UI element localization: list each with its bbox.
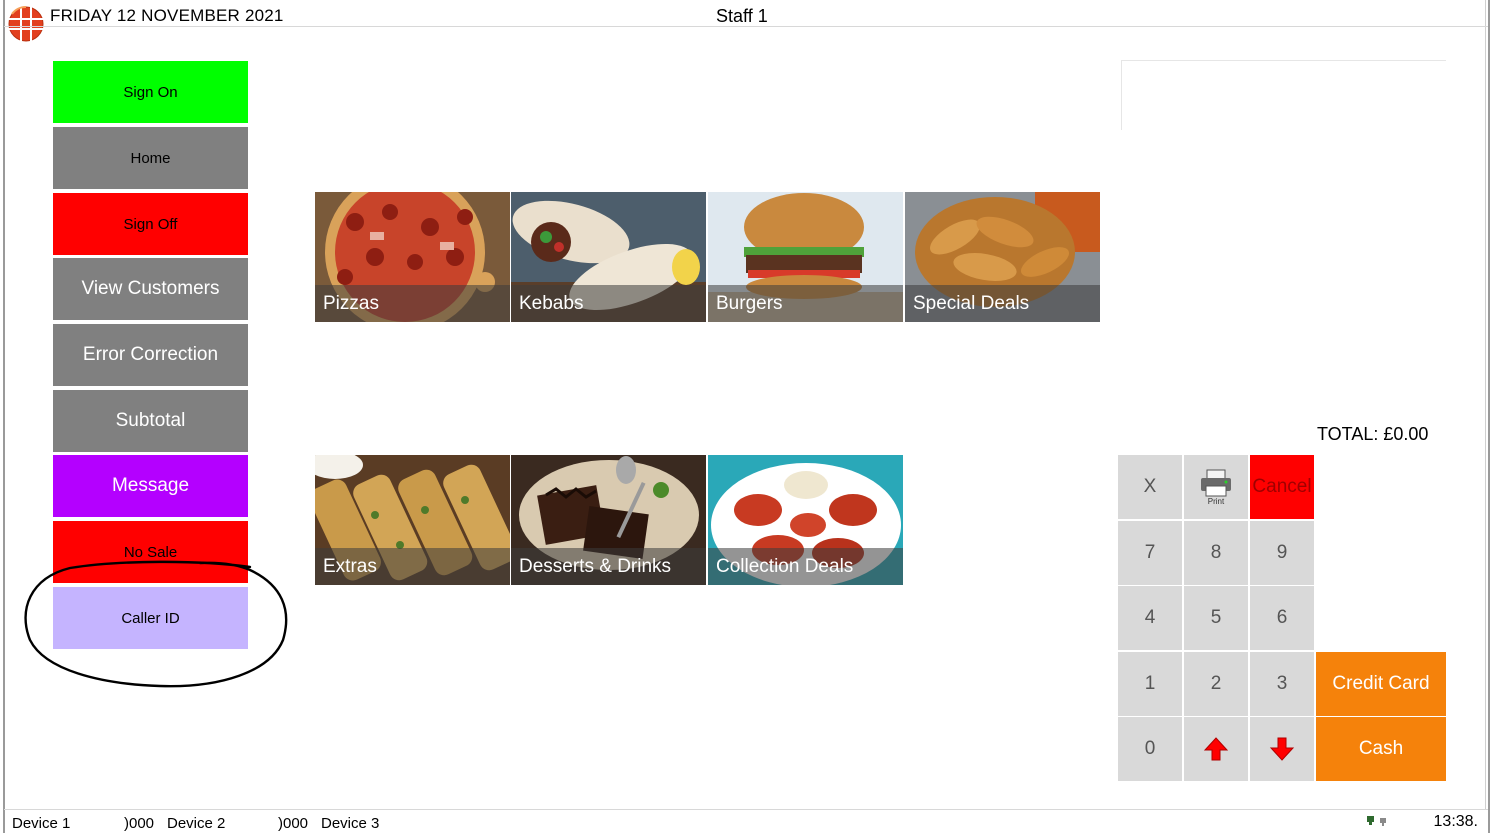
receipt-panel-border: [1121, 60, 1122, 130]
header-date: FRIDAY 12 NOVEMBER 2021: [50, 6, 284, 25]
print-button[interactable]: Print: [1184, 455, 1248, 519]
category-label: Extras: [315, 548, 510, 585]
digit-3-key[interactable]: 3: [1250, 652, 1314, 716]
category-label: Collection Deals: [708, 548, 903, 585]
digit-2-key[interactable]: 2: [1184, 652, 1248, 716]
arrow-up-icon: [1203, 737, 1229, 761]
message-button[interactable]: Message: [53, 455, 248, 519]
cash-button[interactable]: Cash: [1316, 717, 1446, 781]
scroll-up-button[interactable]: [1184, 717, 1248, 781]
printer-icon: [1201, 469, 1231, 497]
no-sale-button[interactable]: No Sale: [53, 521, 248, 585]
device-1-value: )000: [124, 815, 155, 832]
print-label: Print: [1207, 497, 1225, 506]
order-total: TOTAL: £0.00: [1317, 424, 1429, 444]
category-tile-collection-deals[interactable]: Collection Deals: [708, 455, 904, 585]
device-2-label: Device 2: [167, 815, 226, 832]
digit-0-key[interactable]: 0: [1118, 717, 1182, 781]
category-label: Desserts & Drinks: [511, 548, 706, 585]
sign-off-button[interactable]: Sign Off: [53, 193, 248, 257]
view-customers-button[interactable]: View Customers: [53, 258, 248, 322]
digit-1-key[interactable]: 1: [1118, 652, 1182, 716]
arrow-down-icon: [1269, 737, 1295, 761]
digit-9-key[interactable]: 9: [1250, 521, 1314, 585]
window-inner-border: [1485, 0, 1486, 810]
subtotal-button[interactable]: Subtotal: [53, 390, 248, 454]
receipt-panel-border: [1122, 60, 1446, 61]
category-label: Kebabs: [511, 285, 706, 322]
app-logo-icon: [8, 6, 44, 42]
category-label: Pizzas: [315, 285, 510, 322]
digit-8-key[interactable]: 8: [1184, 521, 1248, 585]
digit-4-key[interactable]: 4: [1118, 586, 1182, 650]
statusbar-divider: [4, 809, 1488, 810]
sign-on-button[interactable]: Sign On: [53, 61, 248, 125]
clock: 13:38.: [1433, 813, 1478, 830]
category-tile-kebabs[interactable]: Kebabs: [511, 192, 707, 322]
error-correction-button[interactable]: Error Correction: [53, 324, 248, 388]
digit-6-key[interactable]: 6: [1250, 586, 1314, 650]
home-button[interactable]: Home: [53, 127, 248, 191]
category-tile-desserts-drinks[interactable]: Desserts & Drinks: [511, 455, 707, 585]
scroll-down-button[interactable]: [1250, 717, 1314, 781]
network-tray-icon: [1367, 816, 1386, 826]
clear-key[interactable]: X: [1118, 455, 1182, 519]
digit-7-key[interactable]: 7: [1118, 521, 1182, 585]
category-label: Burgers: [708, 285, 903, 322]
header-staff-name: Staff 1: [716, 6, 768, 26]
cancel-button[interactable]: Cancel: [1250, 455, 1314, 519]
caller-id-button[interactable]: Caller ID: [53, 587, 248, 651]
credit-card-button[interactable]: Credit Card: [1316, 652, 1446, 716]
device-1-label: Device 1: [12, 815, 71, 832]
device-3-label: Device 3: [321, 815, 380, 832]
window-left-border: [3, 0, 5, 833]
category-tile-burgers[interactable]: Burgers: [708, 192, 904, 322]
digit-5-key[interactable]: 5: [1184, 586, 1248, 650]
device-2-value: )000: [278, 815, 309, 832]
category-label: Special Deals: [905, 285, 1100, 322]
category-tile-special-deals[interactable]: Special Deals: [905, 192, 1101, 322]
category-tile-pizzas[interactable]: Pizzas: [315, 192, 511, 322]
category-tile-extras[interactable]: Extras: [315, 455, 511, 585]
header-divider: [4, 26, 1488, 27]
